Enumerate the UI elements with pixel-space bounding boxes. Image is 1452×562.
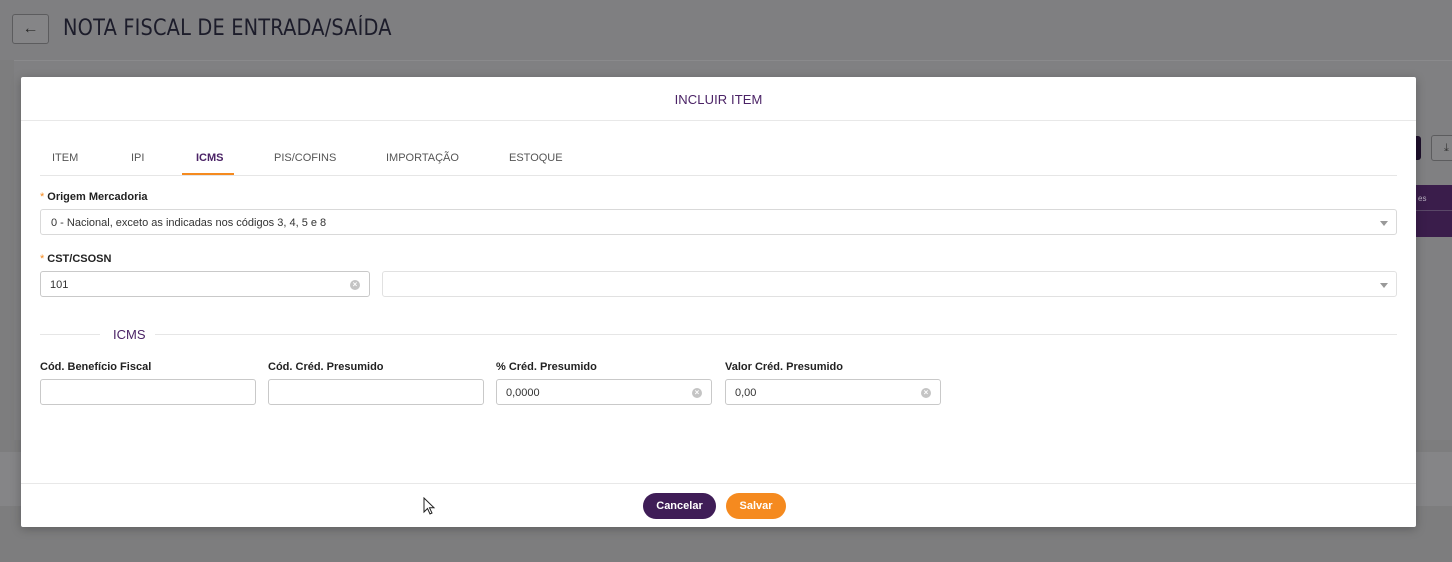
origem-label: * Origem Mercadoria xyxy=(40,191,148,203)
pct-cred-presumido-value: 0,0000 xyxy=(506,387,540,399)
valor-cred-presumido-input[interactable]: 0,00 × xyxy=(725,379,941,405)
cod-beneficio-input[interactable] xyxy=(40,379,256,405)
chevron-down-icon xyxy=(1380,283,1388,288)
pct-cred-presumido-label: % Créd. Presumido xyxy=(496,361,597,373)
cod-beneficio-label: Cód. Benefício Fiscal xyxy=(40,361,152,373)
page-header: ← NOTA FISCAL DE ENTRADA/SAÍDA xyxy=(0,0,1452,60)
chevron-down-icon xyxy=(1380,221,1388,226)
tab-item[interactable]: ITEM xyxy=(52,152,78,164)
cst-input[interactable]: 101 × xyxy=(40,271,370,297)
active-tab-indicator xyxy=(182,173,234,175)
mouse-cursor-icon xyxy=(423,497,436,515)
clear-icon[interactable]: × xyxy=(350,280,360,290)
back-button[interactable]: ← xyxy=(12,14,49,44)
divider xyxy=(1416,210,1452,211)
background-table-header: es xyxy=(1416,185,1452,237)
modal-header: INCLUIR ITEM xyxy=(21,77,1416,121)
cod-cred-presumido-label: Cód. Créd. Presumido xyxy=(268,361,384,373)
valor-cred-presumido-label: Valor Créd. Presumido xyxy=(725,361,843,373)
background-download-button: ⤓ xyxy=(1431,135,1452,161)
cst-input-value: 101 xyxy=(50,279,69,291)
section-divider xyxy=(155,334,1397,335)
cst-description-select[interactable] xyxy=(382,271,1397,297)
section-divider xyxy=(40,334,100,335)
pct-cred-presumido-input[interactable]: 0,0000 × xyxy=(496,379,712,405)
clear-icon[interactable]: × xyxy=(921,388,931,398)
required-marker: * xyxy=(40,253,45,265)
modal-footer: Cancelar Salvar xyxy=(21,483,1416,527)
arrow-left-icon: ← xyxy=(22,20,39,37)
origem-label-text: Origem Mercadoria xyxy=(47,191,148,203)
page-title: NOTA FISCAL DE ENTRADA/SAÍDA xyxy=(63,16,392,41)
include-item-modal: INCLUIR ITEM ITEM IPI ICMS PIS/COFINS IM… xyxy=(21,77,1416,527)
origem-select-value: 0 - Nacional, exceto as indicadas nos có… xyxy=(51,217,327,229)
tab-bar: ITEM IPI ICMS PIS/COFINS IMPORTAÇÃO ESTO… xyxy=(40,143,1397,176)
cancel-button[interactable]: Cancelar xyxy=(643,493,716,519)
cod-cred-presumido-input[interactable] xyxy=(268,379,484,405)
save-button[interactable]: Salvar xyxy=(726,493,786,519)
modal-title: INCLUIR ITEM xyxy=(674,92,763,107)
cst-label: * CST/CSOSN xyxy=(40,253,111,265)
tab-importacao[interactable]: IMPORTAÇÃO xyxy=(386,152,459,164)
tab-icms[interactable]: ICMS xyxy=(196,152,224,164)
origem-select[interactable]: 0 - Nacional, exceto as indicadas nos có… xyxy=(40,209,1397,235)
icms-section-title: ICMS xyxy=(113,327,146,342)
tab-estoque[interactable]: ESTOQUE xyxy=(509,152,563,164)
cst-label-text: CST/CSOSN xyxy=(47,253,112,265)
tab-pis-cofins[interactable]: PIS/COFINS xyxy=(274,152,336,164)
background-table-header-fragment: es xyxy=(1418,194,1427,203)
valor-cred-presumido-value: 0,00 xyxy=(735,387,757,399)
download-icon: ⤓ xyxy=(1444,142,1449,154)
clear-icon[interactable]: × xyxy=(692,388,702,398)
required-marker: * xyxy=(40,191,45,203)
tab-ipi[interactable]: IPI xyxy=(131,152,144,164)
